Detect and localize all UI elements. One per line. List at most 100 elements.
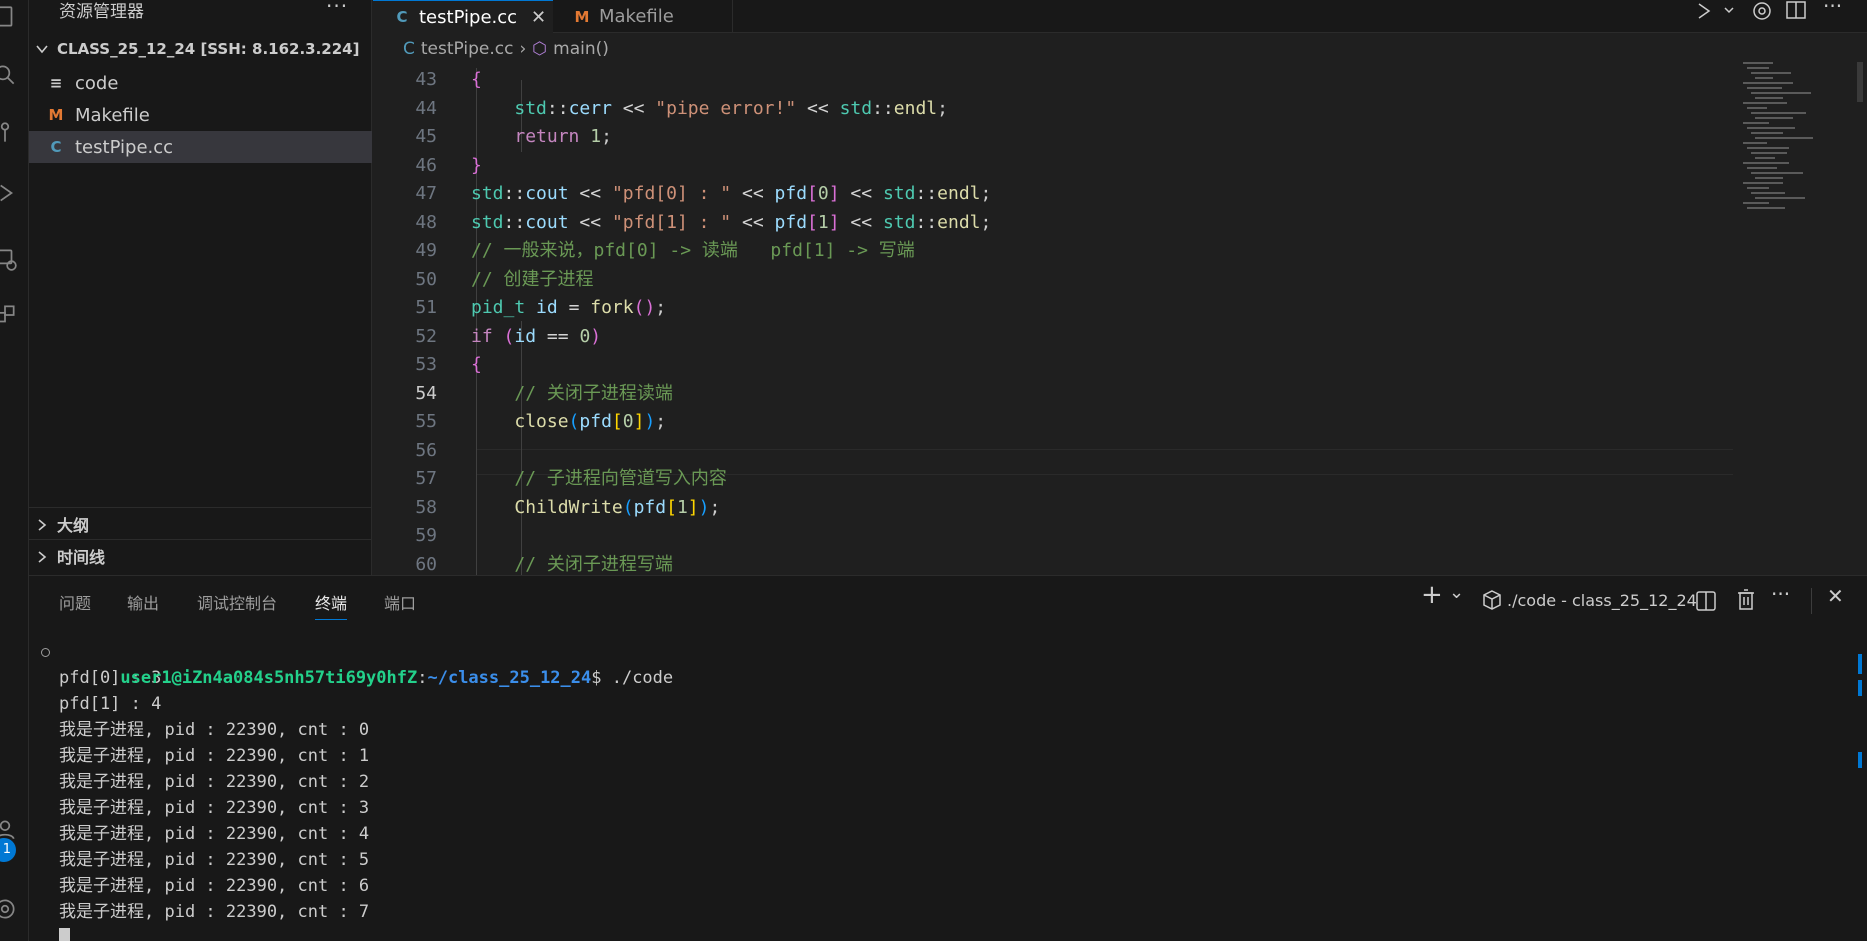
minimap-line [1743,202,1769,204]
editor-more-actions-icon[interactable]: ··· [1823,0,1842,18]
line-number[interactable]: 49 [373,239,437,263]
file-item-testpipe[interactable]: C testPipe.cc [29,131,372,163]
breadcrumb: C testPipe.cc › ⬡ main() [403,36,615,62]
chevron-right-icon [35,549,49,563]
minimap-line [1743,142,1767,144]
extensions-icon[interactable] [0,302,18,328]
explorer-icon[interactable] [0,4,18,30]
code-editor[interactable]: 43{44 std::cerr << "pipe error!" << std:… [373,68,1733,575]
close-panel-icon[interactable]: ✕ [1827,584,1844,608]
minimap-line [1751,152,1787,154]
line-number[interactable]: 54 [373,382,437,406]
minimap-line [1751,112,1806,114]
terminal-output: pfd[0] : 3 pfd[1] : 4 我是子进程, pid : 22390, … [59,665,1849,925]
line-number[interactable]: 51 [373,296,437,320]
timeline-section-label: 时间线 [57,547,106,567]
breadcrumb-symbol[interactable]: main() [553,39,609,59]
new-terminal-icon[interactable]: + [1421,580,1443,610]
minimap-line [1747,187,1769,189]
prompt-path: ~/class_25_12_24 [427,668,592,688]
code-text: ChildWrite(pfd[1]); [514,496,721,518]
scrollbar-marker [1858,680,1862,696]
line-number[interactable]: 58 [373,496,437,520]
command-decoration-icon[interactable] [41,648,50,657]
terminal-output-line: pfd[1] : 4 [59,694,162,714]
minimap-line [1755,77,1773,79]
minimap-line [1751,192,1785,194]
breadcrumb-file[interactable]: testPipe.cc [421,39,514,59]
line-number[interactable]: 53 [373,353,437,377]
tab-makefile[interactable]: M Makefile [553,0,733,33]
line-number[interactable]: 57 [373,467,437,491]
timeline-section[interactable]: 时间线 [29,539,372,571]
terminal-output-line: 我是子进程, pid : 22390, cnt : 0 [59,720,370,740]
line-number[interactable]: 52 [373,325,437,349]
remote-explorer-icon[interactable] [0,246,18,272]
run-debug-icon[interactable] [0,180,18,206]
panel-more-actions-icon[interactable]: ··· [1771,582,1790,606]
code-line: 43 { [373,68,1733,92]
tab-output[interactable]: 输出 [127,590,159,620]
code-text: // 子进程向管道写入内容 [514,468,727,489]
makefile-icon: M [48,106,64,124]
line-number[interactable]: 59 [373,524,437,548]
minimap-line [1747,87,1782,89]
workspace-folder[interactable]: CLASS_25_12_24 [SSH: 8.162.3.224] [29,36,372,62]
split-terminal-icon[interactable] [1695,590,1717,618]
editor-area: C testPipe.cc ✕ M Makefile ··· C testPip… [373,0,1867,575]
tab-problems[interactable]: 问题 [59,590,91,620]
code-text: pid_t id = fork(); [471,297,667,318]
manage-gear-icon[interactable] [0,896,18,922]
prompt-user: user1@iZn4a084s5nh57ti69y0hfZ [120,668,418,688]
terminal-instance-label: ./code - class_25_12_24 [1507,590,1697,610]
chevron-down-icon[interactable]: ⌄ [1449,582,1464,603]
terminal-output-line: 我是子进程, pid : 22390, cnt : 2 [59,772,370,792]
explorer-more-actions-icon[interactable]: ··· [326,0,348,18]
minimap-line [1755,137,1813,139]
line-number[interactable]: 46 [373,154,437,178]
file-item-code[interactable]: ≡ code [29,67,372,99]
workspace-folder-label: CLASS_25_12_24 [SSH: 8.162.3.224] [57,40,360,58]
terminal[interactable]: user1@iZn4a084s5nh57ti69y0hfZ:~/class_25… [41,639,1849,941]
terminal-prompt-line: user1@iZn4a084s5nh57ti69y0hfZ:~/class_25… [41,639,1849,688]
line-number[interactable]: 47 [373,182,437,206]
outline-section[interactable]: 大纲 [29,507,372,539]
code-text: // 关闭子进程读端 [514,382,673,404]
line-number[interactable]: 45 [373,125,437,149]
prompt-separator: : [417,668,428,688]
minimap-line [1747,147,1789,149]
code-line: 55 close(pfd[0]); [373,410,1733,434]
explorer-title: 资源管理器 [59,2,144,22]
search-icon[interactable] [0,62,18,88]
line-number[interactable]: 56 [373,439,437,463]
tab-terminal[interactable]: 终端 [315,590,348,620]
split-editor-icon[interactable] [1785,0,1807,27]
panel-divider [1811,588,1812,614]
tab-ports[interactable]: 端口 [384,590,416,620]
editor-scrollbar[interactable] [1857,62,1863,102]
terminal-instance[interactable]: ./code - class_25_12_24 [1481,589,1697,611]
file-item-label: code [75,72,119,94]
scrollbar-marker [1858,654,1862,674]
line-number[interactable]: 43 [373,68,437,92]
minimap-line [1751,172,1803,174]
line-number[interactable]: 48 [373,211,437,235]
run-debug-dropdown-icon[interactable] [1695,0,1739,27]
makefile-icon: M [574,7,590,26]
minimap[interactable] [1743,62,1853,222]
line-number[interactable]: 60 [373,553,437,576]
line-number[interactable]: 44 [373,97,437,121]
close-icon[interactable]: ✕ [531,7,546,28]
line-number[interactable]: 55 [373,410,437,434]
tab-debug-console[interactable]: 调试控制台 [197,590,277,620]
minimap-line [1755,197,1805,199]
trash-icon[interactable] [1735,588,1757,618]
settings-gear-icon[interactable] [1751,0,1773,27]
cpp-file-icon: C [396,8,408,26]
source-control-icon[interactable] [0,120,18,146]
line-number[interactable]: 50 [373,268,437,292]
prompt-command: $ ./code [591,668,674,688]
minimap-line [1743,102,1787,104]
file-item-makefile[interactable]: M Makefile [29,99,372,131]
tab-testpipe[interactable]: C testPipe.cc ✕ [373,0,553,33]
